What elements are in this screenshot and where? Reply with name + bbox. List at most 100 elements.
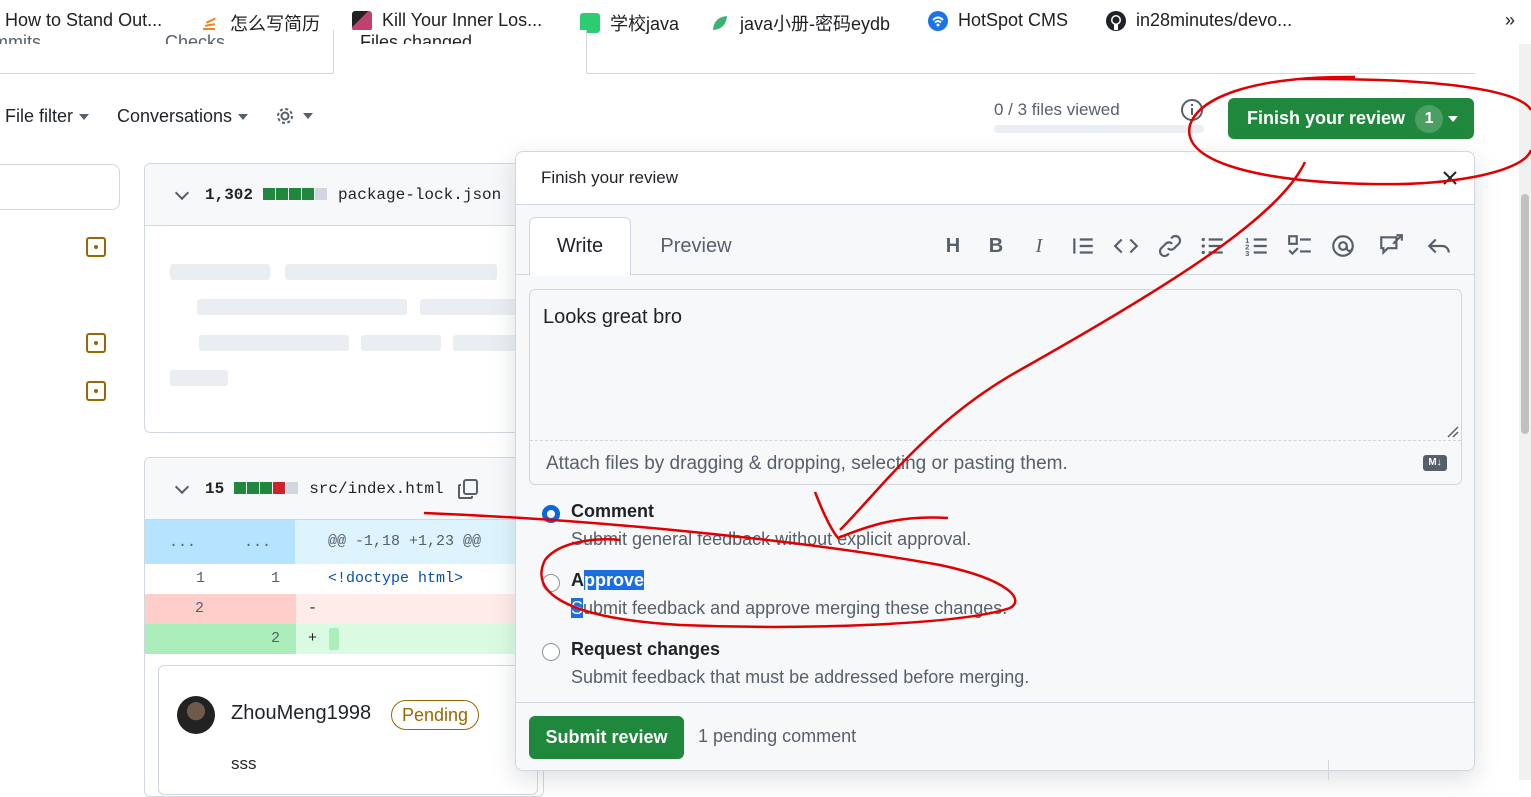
copy-icon[interactable] (456, 477, 480, 501)
bookmark-label: How to Stand Out... (5, 10, 163, 30)
tab-write[interactable]: Write (529, 217, 631, 276)
bookmark-6[interactable]: HotSpot CMS (928, 10, 1068, 31)
bookmark-1[interactable]: How to Stand Out... (5, 10, 162, 31)
link-icon[interactable] (1157, 233, 1183, 259)
chevron-down-icon[interactable] (174, 479, 190, 494)
tab-label: Preview (660, 235, 732, 257)
loading-skeleton (420, 299, 520, 315)
finish-review-button[interactable]: Finish your review 1 (1228, 98, 1474, 139)
editor-tabbar: Write Preview H B I 123 (516, 205, 1474, 276)
review-editor: Write Preview H B I 123 Looks great bro … (516, 204, 1474, 702)
option-title: Request changes (571, 639, 721, 659)
review-body-textarea[interactable]: Looks great bro (530, 290, 1461, 440)
avatar[interactable] (177, 696, 215, 734)
option-description: Submit feedback that must be addressed b… (571, 667, 1030, 687)
svg-text:3: 3 (1245, 249, 1249, 258)
heading-icon[interactable]: H (940, 233, 966, 259)
file-tree-filter-input[interactable] (0, 164, 120, 210)
markdown-icon[interactable]: M↓ (1423, 455, 1447, 471)
expand-down-button[interactable]: ... (220, 520, 295, 564)
vertical-scrollbar[interactable] (1519, 44, 1531, 780)
radio-comment[interactable] (542, 505, 560, 523)
radio-request-changes[interactable] (542, 643, 560, 661)
tab-label: Checks (165, 32, 226, 44)
old-line-number[interactable]: 1 (163, 570, 238, 587)
submit-label: Submit review (545, 727, 668, 747)
loading-skeleton (361, 335, 441, 351)
tab-files-changed[interactable]: Files changed (333, 30, 587, 74)
popover-footer: Submit review 1 pending comment (516, 702, 1474, 770)
overflow-icon: » (1505, 10, 1516, 30)
resize-handle-icon[interactable] (1445, 424, 1459, 438)
diff-row-deletion: 2 - (145, 594, 525, 624)
mention-icon[interactable] (1330, 233, 1356, 259)
code-line: + (308, 630, 318, 647)
close-icon[interactable] (1442, 170, 1458, 186)
bold-icon[interactable]: B (983, 233, 1009, 259)
loading-skeleton (199, 335, 349, 351)
option-title: Approve (571, 570, 645, 590)
option-description: Submit general feedback without explicit… (571, 529, 972, 549)
chevron-down-icon[interactable] (174, 185, 190, 200)
file-header[interactable]: 1,302 package-lock.json (145, 164, 543, 226)
review-body-field[interactable]: Looks great bro Attach files by dragging… (529, 289, 1462, 485)
files-viewed-label: 0 / 3 files viewed (994, 100, 1120, 119)
task-list-icon[interactable] (1287, 233, 1313, 259)
file-name[interactable]: package-lock.json (338, 186, 501, 204)
comment-author[interactable]: ZhouMeng1998 (231, 702, 371, 725)
tab-checks[interactable]: Checks (165, 32, 225, 44)
finish-review-popover: Finish your review Write Preview H B I 1… (515, 151, 1475, 771)
italic-icon[interactable]: I (1026, 233, 1052, 259)
file-filter-dropdown[interactable]: File filter (5, 106, 90, 127)
lines-changed-count: 1,302 (205, 185, 254, 204)
conversations-dropdown[interactable]: Conversations (117, 106, 249, 127)
settings-dropdown[interactable] (273, 104, 313, 128)
bookmarks-overflow-button[interactable]: » (1505, 10, 1515, 31)
file-header[interactable]: 15 src/index.html (145, 458, 543, 520)
code-icon[interactable] (1113, 233, 1139, 259)
attach-files-area[interactable]: Attach files by dragging & dropping, sel… (530, 440, 1461, 484)
popover-title: Finish your review (541, 168, 678, 187)
old-line-number[interactable]: 2 (145, 594, 296, 624)
caret-down-icon (238, 113, 249, 120)
divider (1328, 760, 1329, 780)
new-line-number[interactable]: 1 (238, 570, 313, 587)
code-line: <!doctype html> (328, 570, 464, 587)
hunk-header-row: ... ... @@ -1,18 +1,23 @@ (145, 520, 525, 564)
bookmark-7[interactable]: in28minutes/devo... (1106, 10, 1292, 31)
cross-reference-icon[interactable] (1378, 233, 1404, 259)
tab-commits[interactable]: Commits (0, 32, 41, 44)
code-line: - (308, 600, 318, 617)
diffstat-bar (263, 186, 328, 204)
finish-review-label: Finish your review (1247, 108, 1406, 128)
file-diff-package-lock: 1,302 package-lock.json (144, 163, 544, 433)
quote-icon[interactable] (1070, 233, 1096, 259)
loading-skeleton (170, 370, 228, 386)
bookmark-3[interactable]: Kill Your Inner Los... (352, 10, 542, 31)
file-name[interactable]: src/index.html (309, 480, 443, 498)
radio-approve[interactable] (542, 574, 560, 592)
unordered-list-icon[interactable] (1200, 233, 1226, 259)
gear-icon (277, 108, 293, 124)
reply-icon[interactable] (1426, 233, 1452, 259)
tab-label: Commits (0, 32, 41, 44)
scrollbar-thumb[interactable] (1521, 194, 1529, 434)
file-filter-label: File filter (5, 106, 74, 126)
pending-comment-count: 1 pending comment (698, 726, 857, 746)
caret-down-icon (1448, 116, 1458, 122)
wifi-icon (928, 10, 948, 31)
option-title: Comment (571, 501, 655, 521)
tab-preview[interactable]: Preview (646, 217, 746, 276)
submit-review-button[interactable]: Submit review (529, 716, 684, 759)
loading-skeleton (170, 264, 270, 280)
expand-up-button[interactable]: ... (145, 520, 220, 564)
bookmark-label: Kill Your Inner Los... (382, 10, 543, 30)
new-line-number[interactable]: 2 (145, 624, 296, 654)
pending-badge: Pending (391, 700, 480, 730)
ordered-list-icon[interactable]: 123 (1244, 233, 1270, 259)
loading-skeleton (197, 299, 407, 315)
site-icon (352, 10, 372, 31)
option-description: Submit feedback and approve merging thes… (571, 598, 1008, 618)
info-icon[interactable] (1180, 98, 1204, 122)
diff-row-addition: 2 + (145, 624, 525, 654)
